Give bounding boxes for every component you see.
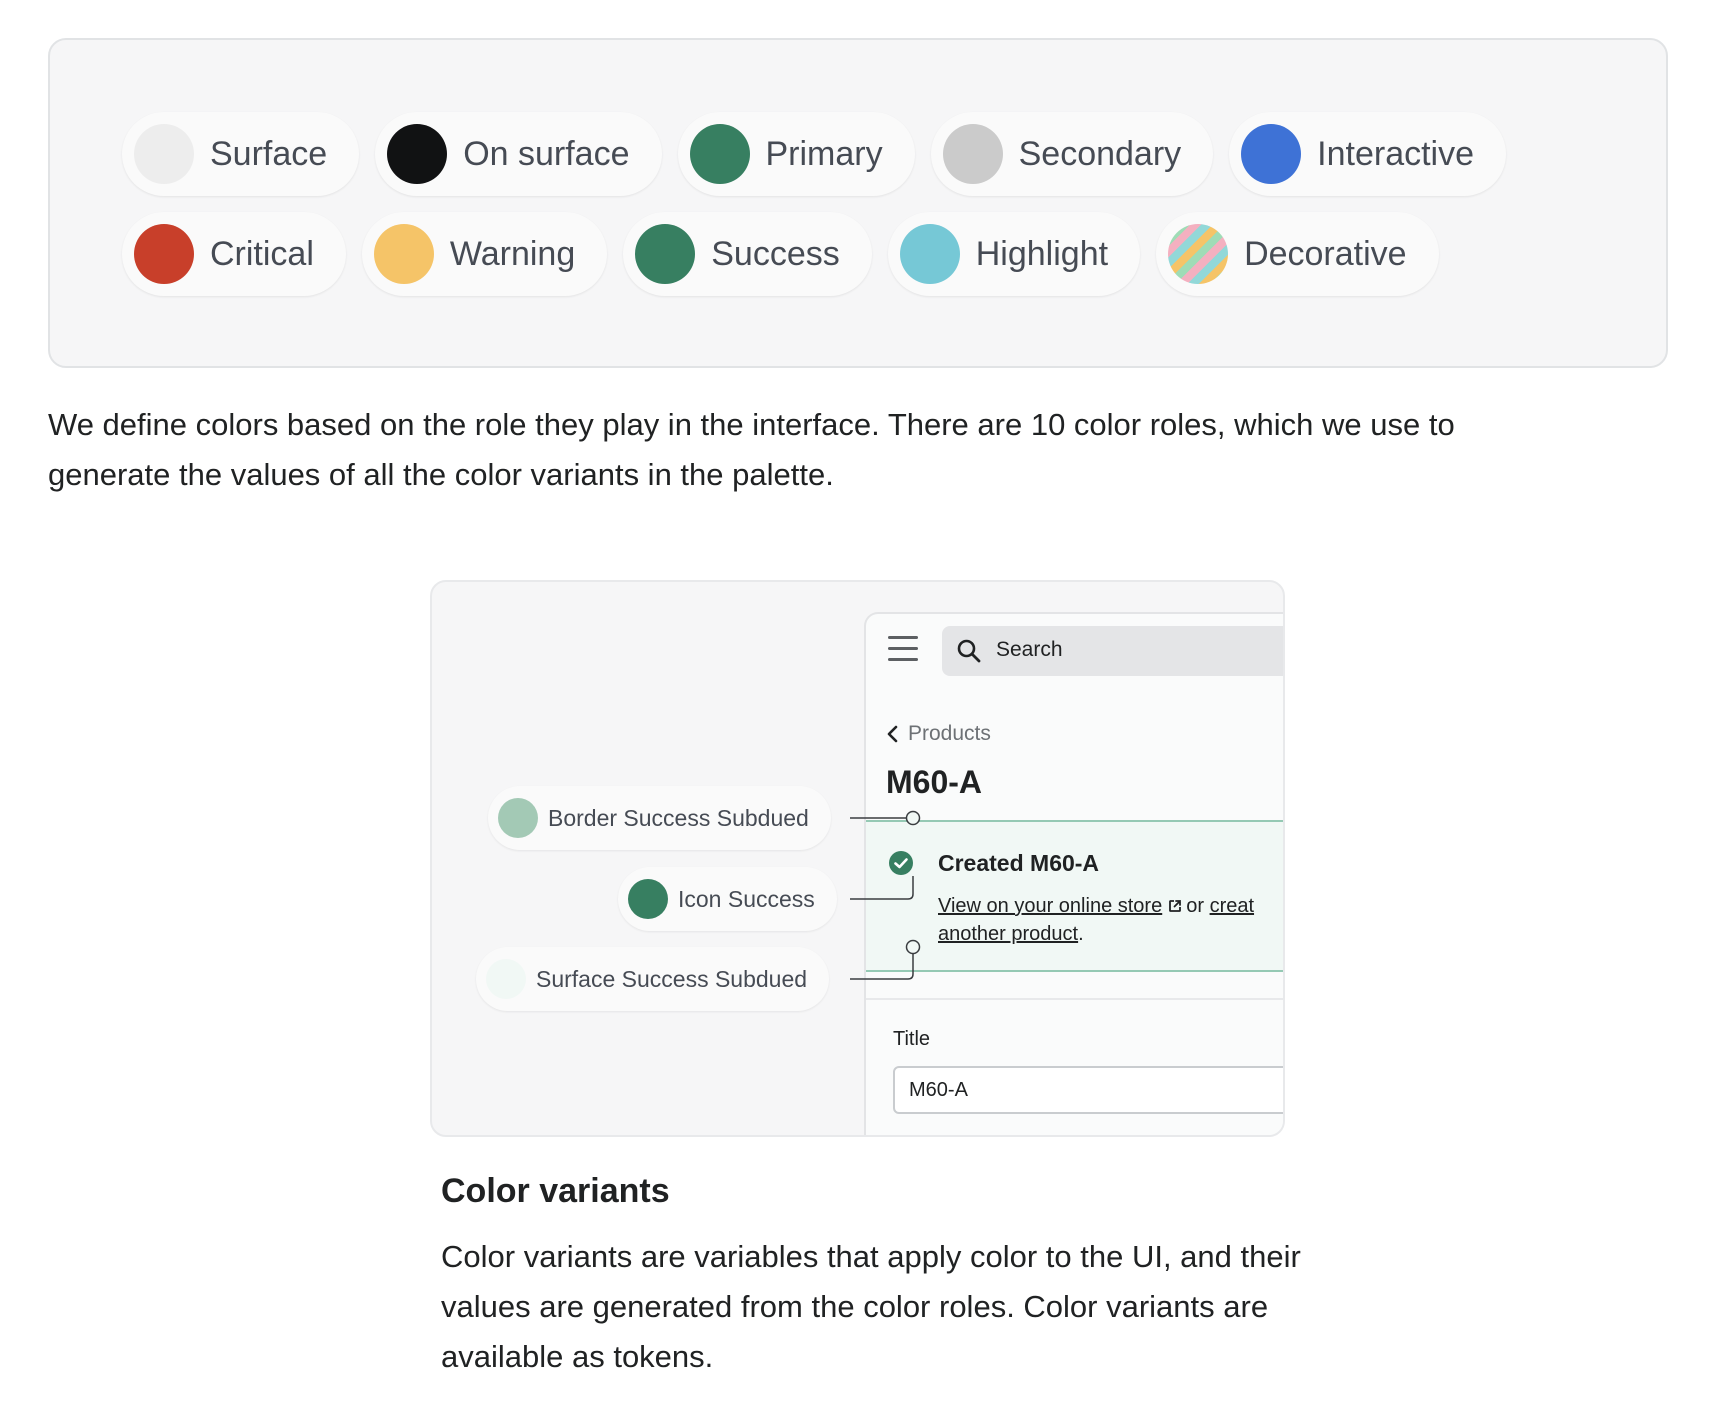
role-label: Primary bbox=[765, 134, 883, 173]
section-divider bbox=[866, 998, 1283, 1000]
section-heading: Color variants bbox=[441, 1172, 670, 1210]
page-title: M60-A bbox=[886, 764, 983, 800]
token-label: Border Success Subdued bbox=[548, 804, 809, 831]
role-pill-critical: Critical bbox=[122, 212, 346, 296]
role-label: Success bbox=[711, 234, 840, 273]
role-pill-primary: Primary bbox=[677, 112, 915, 196]
check-circle-icon bbox=[889, 851, 913, 875]
token-swatch bbox=[498, 798, 538, 838]
role-swatch-primary bbox=[689, 124, 750, 184]
role-label: Highlight bbox=[975, 234, 1109, 273]
color-roles-panel: Surface On surface Primary Secondary Int… bbox=[48, 38, 1668, 368]
search-input[interactable]: Search bbox=[942, 626, 1283, 676]
create-product-link-part1[interactable]: creat bbox=[1210, 895, 1254, 917]
external-link-icon bbox=[1169, 900, 1182, 912]
color-roles-row-2: Critical Warning Success Highlight Decor… bbox=[122, 212, 1439, 296]
banner-title: Created M60-A bbox=[938, 850, 1100, 876]
role-swatch-success bbox=[635, 224, 696, 284]
search-icon bbox=[957, 639, 981, 663]
role-pill-secondary: Secondary bbox=[930, 112, 1214, 196]
view-store-link[interactable]: View on your online store bbox=[938, 895, 1162, 917]
role-pill-decorative: Decorative bbox=[1156, 212, 1439, 296]
role-label: Interactive bbox=[1317, 134, 1475, 173]
role-swatch-surface bbox=[134, 124, 194, 184]
role-pill-success: Success bbox=[623, 212, 872, 296]
color-roles-row-1: Surface On surface Primary Secondary Int… bbox=[122, 112, 1507, 196]
role-label: Secondary bbox=[1018, 134, 1182, 173]
success-banner: Created M60-A View on your online store … bbox=[866, 820, 1283, 972]
role-label: Surface bbox=[210, 134, 328, 173]
role-label: On surface bbox=[463, 134, 630, 173]
color-variants-illustration: Search Products M60-A Created M60-A View… bbox=[430, 580, 1285, 1137]
role-swatch-highlight bbox=[899, 224, 960, 284]
banner-message: View on your online store or creat anoth… bbox=[938, 892, 1283, 948]
token-icon-success: Icon Success bbox=[618, 867, 837, 931]
role-pill-on-surface: On surface bbox=[375, 112, 662, 196]
role-label: Decorative bbox=[1244, 234, 1407, 273]
breadcrumb-label: Products bbox=[908, 722, 991, 745]
role-swatch-critical bbox=[134, 224, 194, 284]
title-field-input[interactable] bbox=[893, 1066, 1283, 1114]
role-pill-warning: Warning bbox=[361, 212, 608, 296]
hamburger-menu-icon[interactable] bbox=[888, 636, 918, 664]
role-label: Critical bbox=[210, 234, 314, 273]
section-body: Color variants are variables that apply … bbox=[441, 1239, 1301, 1374]
banner-or-text: or bbox=[1186, 895, 1205, 917]
search-placeholder: Search bbox=[996, 638, 1063, 661]
token-swatch bbox=[486, 959, 526, 999]
intro-paragraph: We define colors based on the role they … bbox=[48, 407, 1455, 492]
role-swatch-warning bbox=[373, 224, 434, 284]
role-pill-interactive: Interactive bbox=[1229, 112, 1507, 196]
role-swatch-decorative bbox=[1168, 224, 1229, 284]
role-pill-surface: Surface bbox=[122, 112, 360, 196]
role-swatch-interactive bbox=[1241, 124, 1302, 184]
role-pill-highlight: Highlight bbox=[887, 212, 1141, 296]
token-swatch bbox=[628, 879, 668, 919]
role-label: Warning bbox=[449, 234, 576, 273]
token-border-success-subdued: Border Success Subdued bbox=[488, 786, 831, 850]
breadcrumb[interactable]: Products bbox=[886, 722, 991, 746]
admin-app-mockup: Search Products M60-A Created M60-A View… bbox=[864, 612, 1283, 1135]
title-field-label: Title bbox=[893, 1028, 931, 1050]
token-surface-success-subdued: Surface Success Subdued bbox=[476, 947, 830, 1011]
token-label: Surface Success Subdued bbox=[536, 965, 808, 992]
create-product-link-part2[interactable]: another product bbox=[938, 923, 1078, 945]
token-label: Icon Success bbox=[678, 885, 815, 912]
role-swatch-secondary bbox=[942, 124, 1003, 184]
role-swatch-on-surface bbox=[387, 124, 448, 184]
banner-suffix: . bbox=[1078, 923, 1084, 945]
chevron-left-icon bbox=[887, 725, 898, 743]
